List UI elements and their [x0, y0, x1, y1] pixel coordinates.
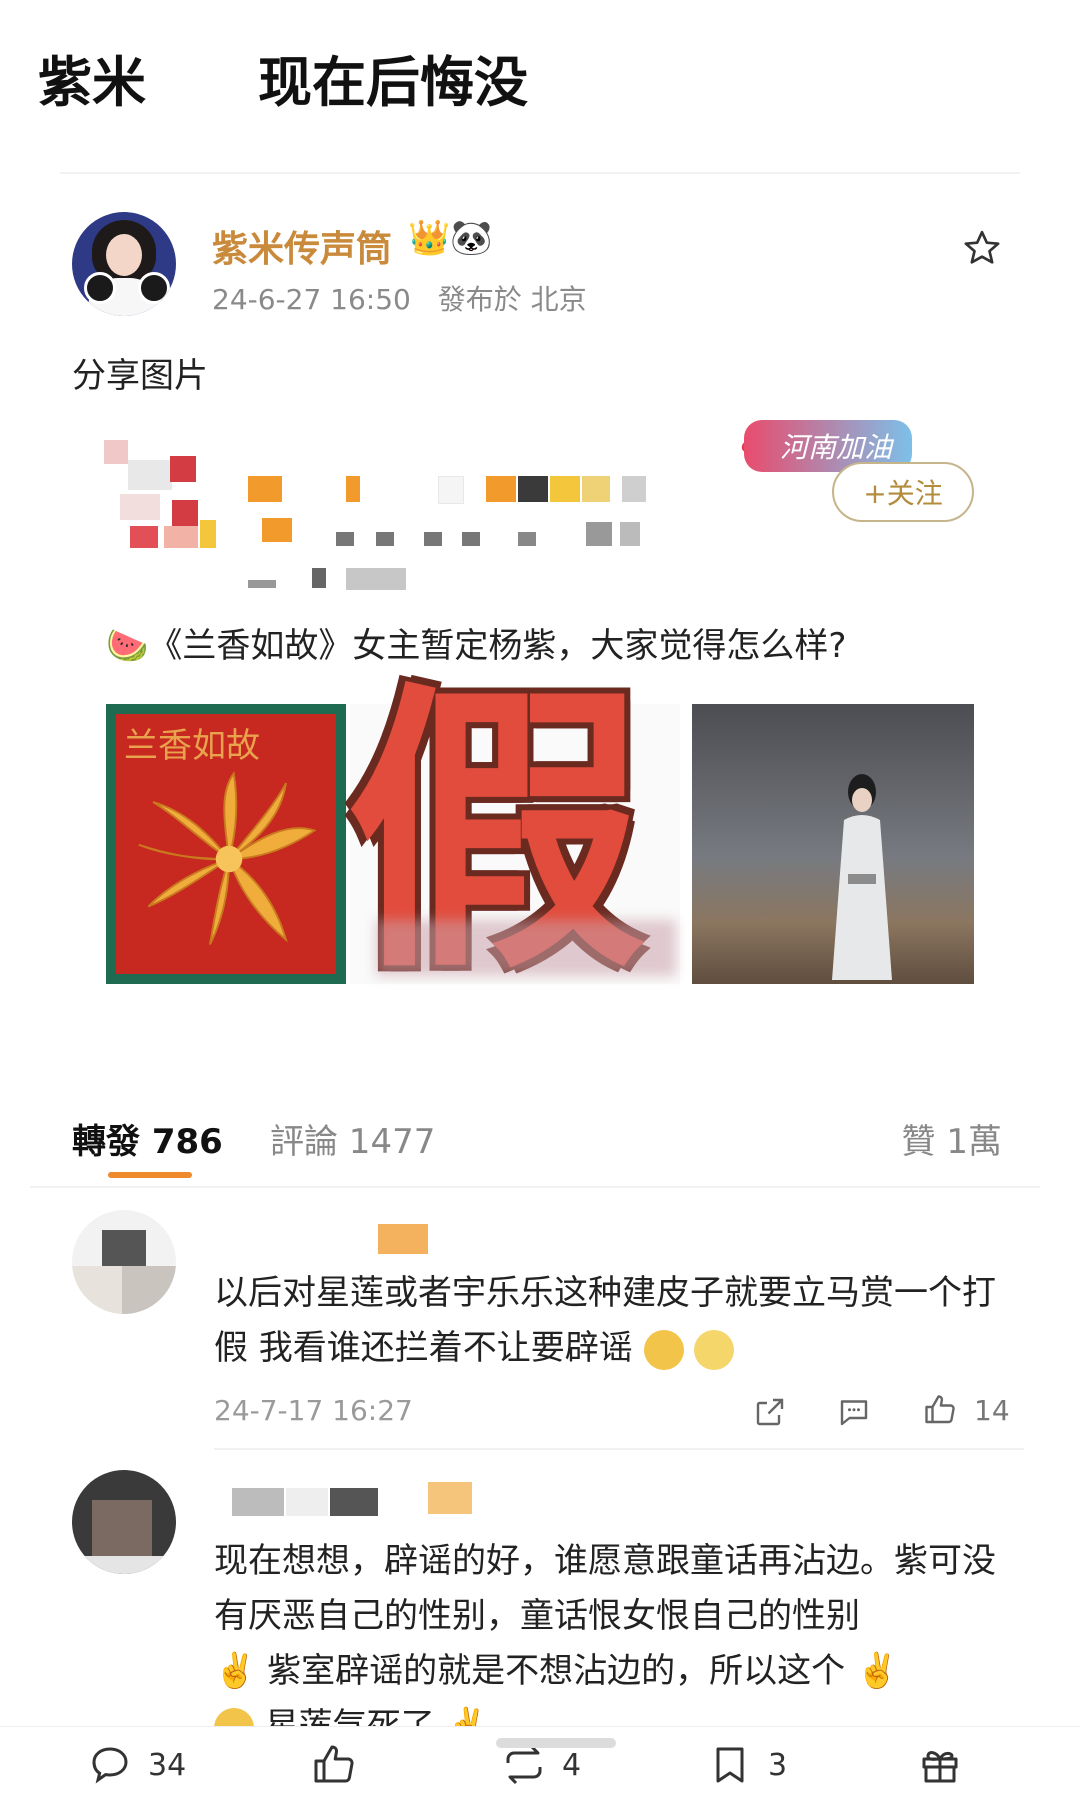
scroll-indicator: [496, 1738, 616, 1748]
victory-hand-icon: ✌️: [214, 1651, 257, 1691]
bottom-repost-button[interactable]: 4: [500, 1741, 581, 1789]
pixelated-commenter-name: [378, 1224, 428, 1254]
comment-text: 以后对星莲或者宇乐乐这种建皮子就要立马赏一个打假 我看谁还拦着不让要辟谣: [214, 1273, 996, 1370]
header-left-title: 紫米: [38, 51, 146, 114]
tabs-divider: [30, 1186, 1040, 1188]
author-username[interactable]: 紫米传声筒: [212, 220, 392, 272]
comment-avatar[interactable]: [72, 1470, 176, 1574]
thumbs-up-icon[interactable]: [922, 1392, 958, 1428]
tab-likes[interactable]: 贊 1萬: [902, 1114, 1002, 1163]
bottom-like-button[interactable]: [310, 1741, 358, 1789]
poster-image[interactable]: 兰香如故: [106, 704, 346, 984]
thumbs-up-icon: [314, 1745, 354, 1783]
comment-divider: [214, 1448, 1024, 1450]
share-icon[interactable]: [752, 1394, 788, 1430]
post-location: 發布於 北京: [437, 283, 587, 316]
gift-icon: [922, 1751, 958, 1783]
post-text: 分享图片: [72, 356, 208, 396]
figure-graphic: [832, 774, 892, 980]
post-timestamp: 24-6-27 16:50: [212, 283, 411, 316]
repost-icon: [506, 1745, 542, 1785]
comment-text: 现在想想，辟谣的好，谁愿意跟童话再沾边。紫可没有厌恶自己的性别，童话恨女恨自己的…: [214, 1534, 1014, 1754]
comment-time: 24-7-17 16:27: [214, 1394, 413, 1427]
censor-blur: [376, 920, 676, 976]
lotus-emoji-icon: [694, 1329, 735, 1370]
tab-reposts[interactable]: 轉發 786: [72, 1114, 223, 1163]
bottom-bookmark-count: 3: [768, 1747, 788, 1783]
comment-bubble-icon: [92, 1747, 128, 1784]
drama-still-image[interactable]: [692, 704, 974, 984]
bottom-comment-count: 34: [148, 1747, 187, 1783]
bottom-gift-button[interactable]: [916, 1741, 964, 1789]
comment-like-count: 14: [974, 1394, 1010, 1427]
tab-comments[interactable]: 評論 1477: [270, 1114, 435, 1163]
bottom-repost-count: 4: [562, 1747, 582, 1783]
author-avatar[interactable]: [72, 212, 176, 316]
post-meta: 24-6-27 16:50 發布於 北京: [212, 278, 587, 318]
bottom-bookmark-button[interactable]: 3: [706, 1741, 787, 1789]
bottom-comment-button[interactable]: 34: [86, 1741, 186, 1789]
tab-active-indicator: [108, 1172, 192, 1178]
header-divider: [60, 172, 1020, 174]
follow-button[interactable]: +关注: [832, 462, 974, 522]
poster-title: 兰香如故: [124, 726, 260, 766]
comment-icon[interactable]: [836, 1394, 872, 1430]
bookmark-icon: [716, 1747, 744, 1783]
star-icon[interactable]: [962, 228, 1002, 268]
comment-avatar[interactable]: [72, 1210, 176, 1314]
laugh-emoji-icon: [643, 1329, 684, 1370]
header-right-title: 现在后悔没: [258, 51, 528, 114]
author-badges: 👑🐼: [408, 218, 493, 258]
victory-hand-icon: ✌️: [855, 1651, 899, 1691]
flower-graphic: [138, 771, 317, 945]
